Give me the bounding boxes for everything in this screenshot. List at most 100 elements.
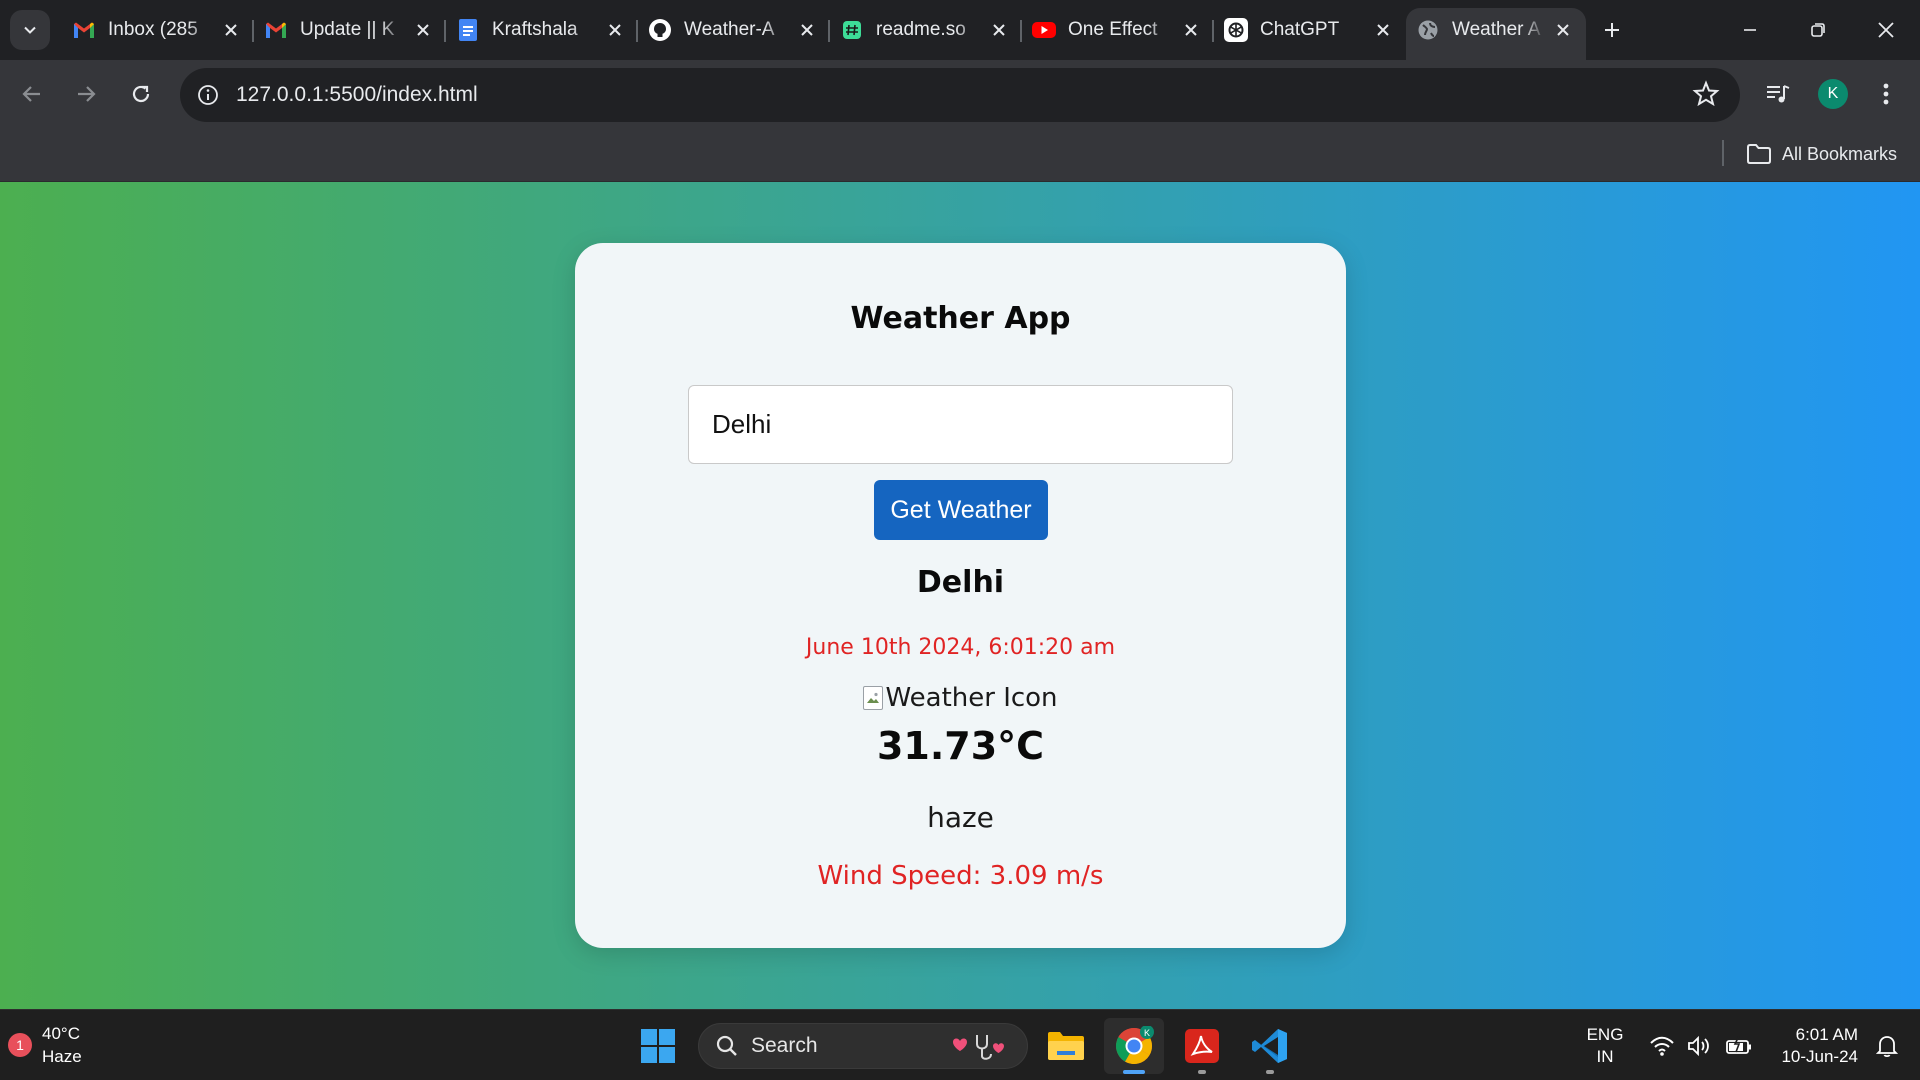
date-time: June 10th 2024, 6:01:20 am <box>805 635 1116 660</box>
forward-button[interactable] <box>66 74 106 114</box>
notifications-button[interactable] <box>1876 1034 1898 1058</box>
chrome-icon: K <box>1115 1026 1154 1065</box>
playlist-music-icon <box>1767 85 1790 103</box>
taskbar-apps: Search K <box>630 1018 1300 1074</box>
page-content: Weather App Get Weather Delhi June 10th … <box>0 182 1920 1009</box>
weather-description: haze <box>927 801 994 834</box>
weather-icon-alt-text: Weather Icon <box>885 683 1058 713</box>
bell-icon <box>1876 1035 1898 1057</box>
clock-time: 6:01 AM <box>1795 1024 1858 1044</box>
temperature: 31.73°C <box>876 724 1045 768</box>
tab-readme[interactable]: readme.so <box>830 8 1022 52</box>
address-bar[interactable]: 127.0.0.1:5500/index.html <box>180 68 1740 122</box>
restore-icon <box>1811 23 1825 37</box>
google-docs-icon <box>456 18 480 42</box>
quick-settings[interactable] <box>1649 1035 1753 1057</box>
close-icon[interactable] <box>412 19 434 41</box>
close-icon[interactable] <box>1552 19 1574 41</box>
chrome-button[interactable]: K <box>1104 1018 1164 1074</box>
tab-title: Inbox (285 <box>108 19 198 40</box>
chevron-down-icon <box>24 26 36 34</box>
url-text: 127.0.0.1:5500/index.html <box>236 83 478 106</box>
close-window-button[interactable] <box>1852 0 1920 60</box>
widget-temperature: 40°C <box>42 1024 80 1043</box>
vscode-button[interactable] <box>1240 1018 1300 1074</box>
tab-weather-app-active[interactable]: Weather A <box>1406 8 1586 60</box>
tab-youtube[interactable]: One Effect <box>1022 8 1214 52</box>
chrome-profile-badge: K <box>1144 1028 1150 1038</box>
battery-charging-icon <box>1726 1035 1752 1054</box>
broken-image-icon <box>863 686 884 710</box>
github-icon <box>648 18 672 42</box>
notification-badge: 1 <box>8 1033 32 1057</box>
tab-github[interactable]: Weather-A <box>638 8 830 52</box>
media-control-button[interactable] <box>1758 74 1798 114</box>
tab-title: Kraftshala <box>492 19 578 40</box>
all-bookmarks-button[interactable]: All Bookmarks <box>1746 138 1897 170</box>
tab-kraftshala[interactable]: Kraftshala <box>446 8 638 52</box>
folder-icon <box>1048 1032 1084 1060</box>
windows-logo-icon <box>641 1029 675 1063</box>
weather-card: Weather App Get Weather Delhi June 10th … <box>575 243 1346 948</box>
stethoscope-hearts-icon <box>947 1032 1017 1067</box>
clock-date: 10-Jun-24 <box>1781 1046 1858 1066</box>
start-button[interactable] <box>630 1018 686 1074</box>
globe-icon <box>1416 18 1440 42</box>
reload-button[interactable] <box>121 74 161 114</box>
folder-icon <box>1746 143 1772 165</box>
close-icon[interactable] <box>220 19 242 41</box>
minimize-icon <box>1744 29 1756 31</box>
avatar: K <box>1818 79 1848 109</box>
weather-widget[interactable]: 1 40°C Haze <box>8 1022 82 1068</box>
search-label: Search <box>751 1034 818 1057</box>
window-controls <box>1716 0 1920 60</box>
browser-menu-button[interactable] <box>1866 74 1906 114</box>
site-info-icon[interactable] <box>190 77 226 113</box>
vscode-icon <box>1252 1029 1287 1063</box>
clock[interactable]: 6:01 AM 10-Jun-24 <box>1781 1024 1858 1068</box>
tab-chatgpt[interactable]: ChatGPT <box>1214 8 1406 52</box>
app-title: Weather App <box>850 301 1071 336</box>
arrow-left-icon <box>22 86 40 102</box>
all-bookmarks-label: All Bookmarks <box>1782 143 1898 164</box>
plus-icon <box>1605 23 1619 37</box>
pdf-reader-icon <box>1185 1029 1219 1063</box>
close-icon <box>1878 22 1894 38</box>
new-tab-button[interactable] <box>1590 8 1634 52</box>
tab-update[interactable]: Update || K <box>254 8 446 52</box>
close-icon[interactable] <box>1180 19 1202 41</box>
bookmarks-divider <box>1722 140 1724 166</box>
close-icon[interactable] <box>796 19 818 41</box>
tab-title: Weather A <box>1452 19 1541 40</box>
back-button[interactable] <box>12 74 52 114</box>
wifi-icon <box>1650 1036 1675 1056</box>
get-weather-button[interactable]: Get Weather <box>874 480 1048 540</box>
youtube-icon <box>1032 18 1056 42</box>
volume-icon <box>1688 1035 1710 1056</box>
reload-icon <box>132 85 150 103</box>
gmail-icon <box>72 18 96 42</box>
file-explorer-button[interactable] <box>1036 1018 1096 1074</box>
region-code: IN <box>1596 1046 1614 1066</box>
weather-widget-text: 40°C Haze <box>42 1022 82 1068</box>
profile-button[interactable]: K <box>1813 74 1853 114</box>
tab-inbox[interactable]: Inbox (285 <box>62 8 254 52</box>
minimize-button[interactable] <box>1716 0 1784 60</box>
acrobat-button[interactable] <box>1172 1018 1232 1074</box>
tab-title: ChatGPT <box>1260 19 1340 40</box>
chatgpt-icon <box>1224 18 1248 42</box>
language-code: ENG <box>1586 1024 1624 1044</box>
system-tray: ENG IN 6:01 AM 10-Jun-24 <box>1587 1010 1920 1080</box>
tab-search-button[interactable] <box>10 10 50 50</box>
restore-button[interactable] <box>1784 0 1852 60</box>
bookmark-star-icon[interactable] <box>1692 80 1720 113</box>
close-icon[interactable] <box>604 19 626 41</box>
close-icon[interactable] <box>988 19 1010 41</box>
city-search-input[interactable] <box>688 385 1233 464</box>
close-icon[interactable] <box>1372 19 1394 41</box>
taskbar-search[interactable]: Search <box>698 1023 1028 1069</box>
running-indicator <box>1123 1070 1145 1074</box>
language-indicator[interactable]: ENG IN <box>1587 1024 1624 1068</box>
widget-condition: Haze <box>42 1047 82 1066</box>
city-name: Delhi <box>916 565 1005 600</box>
